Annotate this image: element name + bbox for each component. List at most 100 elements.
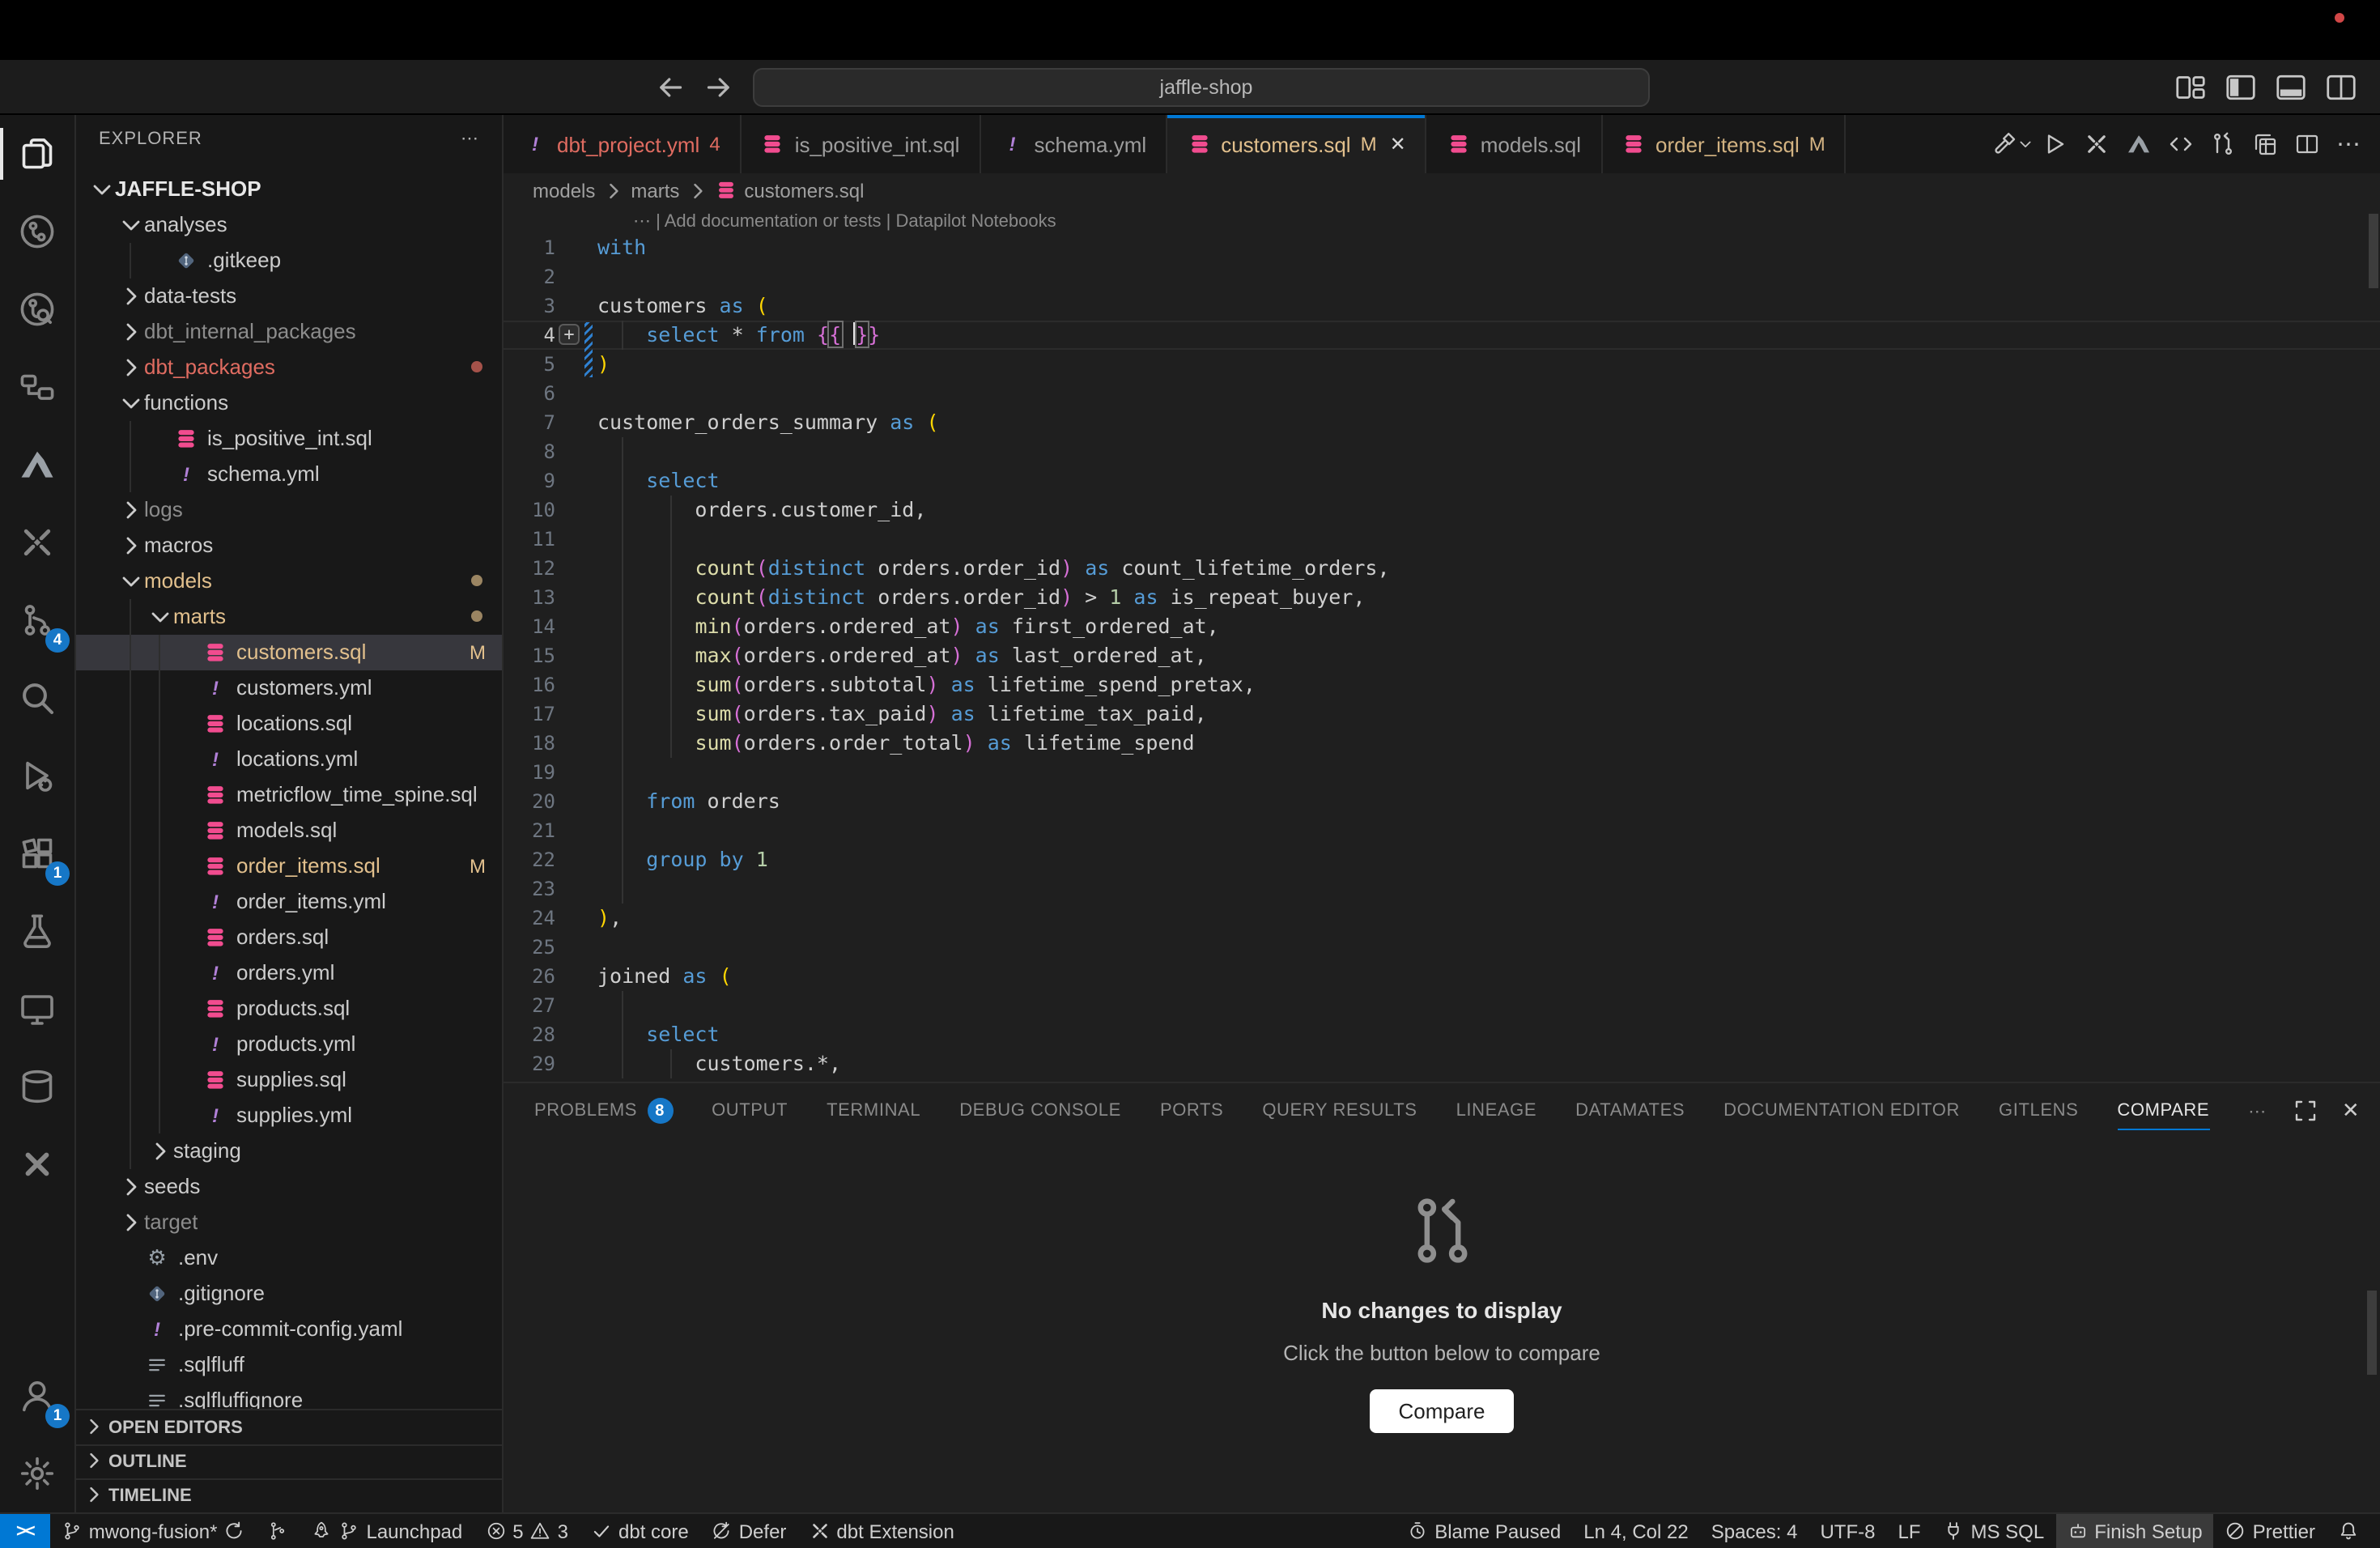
- tree-item-orders-sql[interactable]: orders.sql: [76, 920, 502, 955]
- status-launchpad[interactable]: Launchpad: [300, 1514, 474, 1548]
- code-line-27[interactable]: 27: [504, 991, 2380, 1020]
- maximize-panel-icon[interactable]: [2288, 1093, 2323, 1129]
- panel-tab-lineage[interactable]: LINEAGE: [1439, 1083, 1555, 1138]
- status-notifications[interactable]: [2327, 1514, 2370, 1548]
- panel-tab-compare[interactable]: COMPARE: [2099, 1083, 2227, 1138]
- more-actions-icon[interactable]: ⋯: [461, 129, 479, 150]
- code-line-22[interactable]: 22 group by 1: [504, 845, 2380, 874]
- status-language-mode[interactable]: MS SQL: [1932, 1514, 2056, 1548]
- section-open-editors[interactable]: OPEN EDITORS: [76, 1410, 502, 1444]
- tree-item-order-items-sql[interactable]: order_items.sqlM: [76, 848, 502, 884]
- tab-models-sql[interactable]: models.sql: [1427, 115, 1602, 173]
- activity-item-datapilot[interactable]: [0, 426, 74, 504]
- close-icon[interactable]: ✕: [1390, 133, 1406, 155]
- tree-item-orders-yml[interactable]: !orders.yml: [76, 955, 502, 991]
- breadcrumb-item[interactable]: models: [533, 179, 595, 202]
- code-line-29[interactable]: 29 customers.*,: [504, 1049, 2380, 1078]
- back-icon[interactable]: [654, 70, 686, 103]
- code-line-25[interactable]: 25: [504, 933, 2380, 962]
- action-query-table[interactable]: [2247, 126, 2283, 162]
- activity-item-source-control[interactable]: 4: [0, 581, 74, 659]
- tree-item-marts[interactable]: marts: [76, 599, 502, 635]
- activity-item-dbt-power-user[interactable]: [0, 504, 74, 581]
- action-split-editor[interactable]: [2289, 126, 2325, 162]
- panel-tab-ports[interactable]: PORTS: [1142, 1083, 1241, 1138]
- code-line-3[interactable]: 3customers as (: [504, 291, 2380, 321]
- activity-item-gitlens-inspect[interactable]: [0, 270, 74, 348]
- panel-tab-gitlens[interactable]: GITLENS: [1981, 1083, 2096, 1138]
- tree-item-logs[interactable]: logs: [76, 492, 502, 528]
- status-eol[interactable]: LF: [1886, 1514, 1932, 1548]
- status-finish-setup[interactable]: Finish Setup: [2055, 1514, 2213, 1548]
- tree-item-analyses[interactable]: analyses: [76, 207, 502, 243]
- tree-item-order-items-yml[interactable]: !order_items.yml: [76, 884, 502, 920]
- code-line-1[interactable]: 1with: [504, 233, 2380, 262]
- breadcrumb[interactable]: models marts customers.sql: [504, 173, 2380, 207]
- code-line-9[interactable]: 9 select: [504, 466, 2380, 495]
- code-editor[interactable]: ⋯ | Add documentation or tests | Datapil…: [504, 207, 2380, 1082]
- compare-button[interactable]: Compare: [1370, 1389, 1515, 1433]
- tree-item-supplies-yml[interactable]: !supplies.yml: [76, 1098, 502, 1133]
- activity-item-testing[interactable]: [0, 892, 74, 970]
- customize-layout-icon[interactable]: [2174, 70, 2207, 103]
- code-line-2[interactable]: 2: [504, 262, 2380, 291]
- forward-icon[interactable]: [703, 70, 735, 103]
- activity-item-settings[interactable]: [0, 1435, 74, 1512]
- code-line-8[interactable]: 8: [504, 437, 2380, 466]
- tree-item-seeds[interactable]: seeds: [76, 1169, 502, 1205]
- code-line-14[interactable]: 14 min(orders.ordered_at) as first_order…: [504, 612, 2380, 641]
- toggle-panel-icon[interactable]: [2275, 70, 2307, 103]
- tree-item-data-tests[interactable]: data-tests: [76, 279, 502, 314]
- code-line-19[interactable]: 19: [504, 758, 2380, 787]
- code-line-28[interactable]: 28 select: [504, 1020, 2380, 1049]
- tree-item-dbt-internal-packages[interactable]: dbt_internal_packages: [76, 314, 502, 350]
- code-line-13[interactable]: 13 count(distinct orders.order_id) > 1 a…: [504, 583, 2380, 612]
- code-line-20[interactable]: 20 from orders: [504, 787, 2380, 816]
- breadcrumb-item[interactable]: marts: [631, 179, 679, 202]
- tab-is-positive-int-sql[interactable]: is_positive_int.sql: [742, 115, 981, 173]
- code-line-24[interactable]: 24),: [504, 904, 2380, 933]
- action-more[interactable]: ⋯: [2331, 126, 2367, 162]
- code-line-23[interactable]: 23: [504, 874, 2380, 904]
- activity-item-remote-explorer[interactable]: [0, 970, 74, 1048]
- code-line-7[interactable]: 7customer_orders_summary as (: [504, 408, 2380, 437]
- code-line-17[interactable]: 17 sum(orders.tax_paid) as lifetime_tax_…: [504, 700, 2380, 729]
- action-build-tools[interactable]: [1995, 126, 2030, 162]
- tree-item-locations-yml[interactable]: !locations.yml: [76, 742, 502, 777]
- status-encoding[interactable]: UTF-8: [1808, 1514, 1886, 1548]
- code-line-6[interactable]: 6: [504, 379, 2380, 408]
- tree-item-products-yml[interactable]: !products.yml: [76, 1027, 502, 1062]
- status-problems[interactable]: 53: [474, 1514, 580, 1548]
- status-dbt-core[interactable]: dbt core: [580, 1514, 700, 1548]
- activity-item-mssql[interactable]: [0, 1048, 74, 1125]
- tree-item-supplies-sql[interactable]: supplies.sql: [76, 1062, 502, 1098]
- code-line-21[interactable]: 21: [504, 816, 2380, 845]
- toggle-sidebar-left-icon[interactable]: [2225, 70, 2257, 103]
- tree-item-products-sql[interactable]: products.sql: [76, 991, 502, 1027]
- tab-customers-sql[interactable]: customers.sqlM✕: [1167, 115, 1427, 173]
- tree-item-macros[interactable]: macros: [76, 528, 502, 563]
- activity-item-extensions[interactable]: 1: [0, 814, 74, 892]
- code-line-11[interactable]: 11: [504, 525, 2380, 554]
- breadcrumb-item[interactable]: customers.sql: [744, 179, 864, 202]
- add-button[interactable]: +: [559, 324, 580, 345]
- status-remote[interactable]: ><: [0, 1514, 50, 1548]
- status-dbt-extension[interactable]: dbt Extension: [797, 1514, 965, 1548]
- tree-item-gitignore[interactable]: .gitignore: [76, 1276, 502, 1312]
- editor-scrollbar[interactable]: [2369, 214, 2378, 288]
- tree-item-models-sql[interactable]: models.sql: [76, 813, 502, 848]
- panel-more-button[interactable]: ⋯: [2230, 1083, 2284, 1138]
- tree-item-pre-commit-config-yaml[interactable]: !.pre-commit-config.yaml: [76, 1312, 502, 1347]
- status-prettier[interactable]: Prettier: [2214, 1514, 2327, 1548]
- code-line-18[interactable]: 18 sum(orders.order_total) as lifetime_s…: [504, 729, 2380, 758]
- tree-item-sqlfluffignore[interactable]: .sqlfluffignore: [76, 1383, 502, 1409]
- activity-item-extension-x[interactable]: [0, 1125, 74, 1203]
- section-outline[interactable]: OUTLINE: [76, 1444, 502, 1478]
- tree-item-sqlfluff[interactable]: .sqlfluff: [76, 1347, 502, 1383]
- code-line-5[interactable]: 5): [504, 350, 2380, 379]
- panel-tab-documentation-editor[interactable]: DOCUMENTATION EDITOR: [1706, 1083, 1978, 1138]
- panel-scrollbar[interactable]: [2367, 1291, 2377, 1375]
- tab-schema-yml[interactable]: !schema.yml: [980, 115, 1167, 173]
- status-indentation[interactable]: Spaces: 4: [1700, 1514, 1809, 1548]
- tree-item-functions[interactable]: functions: [76, 385, 502, 421]
